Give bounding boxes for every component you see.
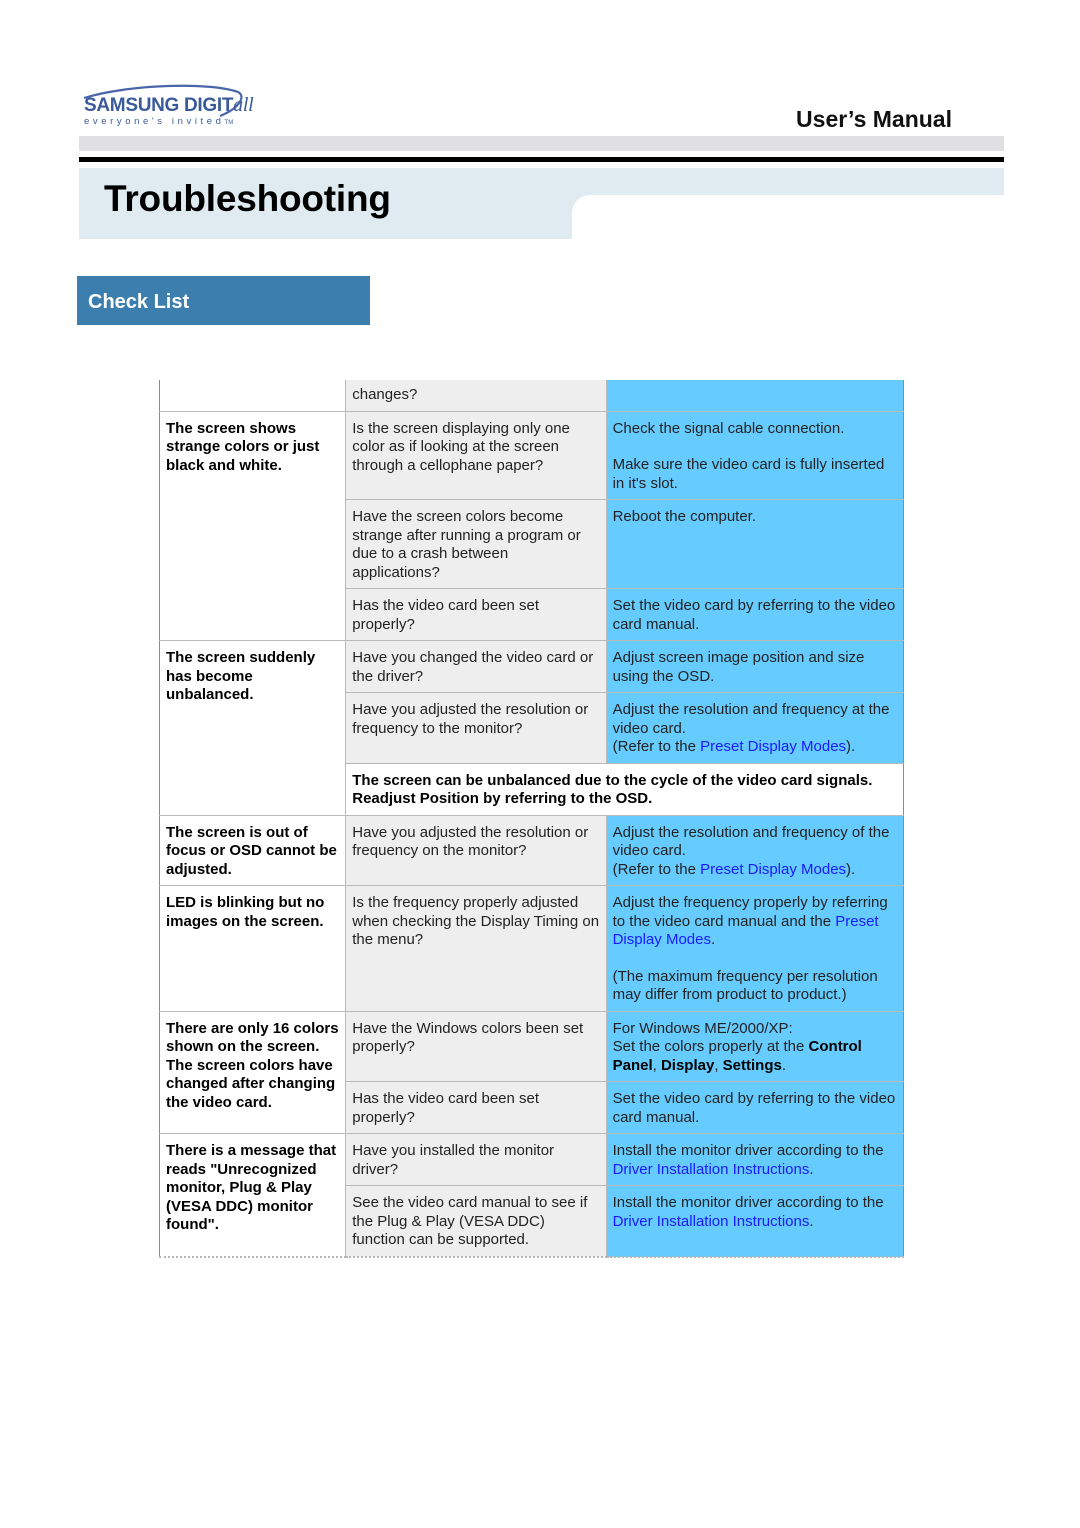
header-gray-band bbox=[79, 136, 1004, 151]
solution-cell: Adjust the resolution and frequency of t… bbox=[605, 814, 905, 886]
table-row: LED is blinking but no images on the scr… bbox=[158, 885, 905, 1012]
check-cell: Has the video card been set properly? bbox=[345, 588, 607, 641]
solution-text: . bbox=[809, 1160, 814, 1178]
logo-tagline-text: everyone's invited bbox=[84, 116, 225, 127]
solution-cell: Install the monitor driver according to … bbox=[605, 1133, 905, 1186]
solution-text: (The maximum frequency per resolution ma… bbox=[612, 967, 878, 1004]
solution-text: Check the signal cable connection. bbox=[612, 419, 845, 437]
symptom-cell: The screen is out of focus or OSD cannot… bbox=[158, 814, 347, 886]
check-cell: Have the Windows colors been set properl… bbox=[345, 1010, 607, 1082]
driver-installation-link[interactable]: Driver Installation Instructions bbox=[613, 1161, 810, 1178]
solution-text: Set the colors properly at the bbox=[612, 1038, 809, 1055]
check-cell: changes? bbox=[345, 380, 607, 412]
solution-text: . bbox=[809, 1212, 814, 1230]
symptom-cell: There is a message that reads "Unrecogni… bbox=[158, 1133, 347, 1258]
solution-cell: Adjust the frequency properly by referri… bbox=[605, 885, 905, 1012]
check-cell: Is the screen displaying only one color … bbox=[345, 410, 607, 500]
solution-text: Adjust the resolution and frequency of t… bbox=[612, 823, 890, 860]
table-row: There is a message that reads "Unrecogni… bbox=[158, 1133, 905, 1258]
solution-text: For Windows ME/2000/XP: bbox=[612, 1019, 793, 1037]
solution-text: Install the monitor driver according to … bbox=[612, 1194, 884, 1211]
title-band-notch bbox=[572, 195, 592, 215]
note-cell: The screen can be unbalanced due to the … bbox=[345, 762, 904, 816]
check-cell: Has the video card been set properly? bbox=[345, 1081, 607, 1134]
separator: , bbox=[714, 1056, 723, 1074]
header-rule bbox=[79, 157, 1004, 162]
solution-cell: Adjust screen image position and size us… bbox=[605, 640, 905, 693]
check-cell: Have you adjusted the resolution or freq… bbox=[345, 692, 607, 764]
manual-title: User’s Manual bbox=[796, 106, 952, 132]
solution-cell: Adjust the resolution and frequency at t… bbox=[605, 692, 905, 764]
page-title: Troubleshooting bbox=[104, 178, 391, 219]
solution-cell: For Windows ME/2000/XP: Set the colors p… bbox=[605, 1010, 905, 1082]
check-cell: Have you adjusted the resolution or freq… bbox=[345, 814, 607, 886]
solution-text: (Refer to the bbox=[612, 860, 701, 878]
samsung-logo: SAMSUNG DIGITall everyone's invitedTM bbox=[80, 82, 254, 132]
solution-text: Make sure the video card is fully insert… bbox=[612, 456, 885, 492]
solution-cell: Install the monitor driver according to … bbox=[605, 1185, 905, 1258]
check-cell: See the video card manual to see if the … bbox=[345, 1185, 607, 1258]
solution-text: . bbox=[781, 1056, 787, 1074]
preset-display-modes-link[interactable]: Preset Display Modes bbox=[700, 861, 846, 878]
driver-installation-link[interactable]: Driver Installation Instructions bbox=[613, 1213, 810, 1230]
solution-cell: Set the video card by referring to the v… bbox=[605, 588, 905, 641]
symptom-cell bbox=[158, 380, 347, 412]
logo-wordmark: SAMSUNG DIGITall bbox=[84, 94, 254, 117]
table-row: There are only 16 colors shown on the sc… bbox=[158, 1010, 905, 1134]
symptom-cell: The screen suddenly has become unbalance… bbox=[158, 640, 347, 816]
table-row: The screen shows strange colors or just … bbox=[158, 410, 905, 641]
separator: , bbox=[652, 1056, 661, 1074]
solution-text: Adjust the resolution and frequency at t… bbox=[612, 701, 890, 737]
check-cell: Have you installed the monitor driver? bbox=[345, 1133, 607, 1186]
solution-text: ). bbox=[846, 738, 856, 755]
table-row: The screen is out of focus or OSD cannot… bbox=[158, 814, 905, 886]
solution-text: Install the monitor driver according to … bbox=[612, 1142, 884, 1159]
logo-tm: TM bbox=[224, 120, 234, 126]
solution-cell: Set the video card by referring to the v… bbox=[605, 1081, 905, 1134]
logo-brand-text: SAMSUNG DIGIT bbox=[84, 95, 234, 116]
table-row: changes? bbox=[158, 380, 905, 412]
solution-text: (Refer to the bbox=[612, 738, 701, 755]
check-cell: Is the frequency properly adjusted when … bbox=[345, 885, 607, 1012]
solution-cell: Reboot the computer. bbox=[605, 499, 905, 589]
solution-cell bbox=[605, 380, 905, 412]
logo-tagline: everyone's invitedTM bbox=[84, 116, 233, 127]
solution-cell: Check the signal cable connection. Make … bbox=[605, 410, 905, 500]
section-header: Check List bbox=[77, 276, 370, 325]
solution-text: . bbox=[710, 931, 716, 948]
solution-text: ). bbox=[846, 860, 856, 878]
section-title: Check List bbox=[88, 291, 190, 313]
logo-brand-suffix: all bbox=[233, 94, 254, 116]
settings-label: Settings bbox=[722, 1056, 782, 1074]
symptom-cell: There are only 16 colors shown on the sc… bbox=[158, 1010, 347, 1134]
preset-display-modes-link[interactable]: Preset Display Modes bbox=[700, 738, 846, 755]
check-cell: Have you changed the video card or the d… bbox=[345, 640, 607, 693]
checklist-table: changes? The screen shows strange colors… bbox=[158, 380, 905, 1258]
symptom-cell: LED is blinking but no images on the scr… bbox=[158, 885, 347, 1012]
display-label: Display bbox=[660, 1056, 715, 1074]
symptom-cell: The screen shows strange colors or just … bbox=[158, 410, 347, 641]
check-cell: Have the screen colors become strange af… bbox=[345, 499, 607, 589]
table-row: The screen suddenly has become unbalance… bbox=[158, 640, 905, 816]
